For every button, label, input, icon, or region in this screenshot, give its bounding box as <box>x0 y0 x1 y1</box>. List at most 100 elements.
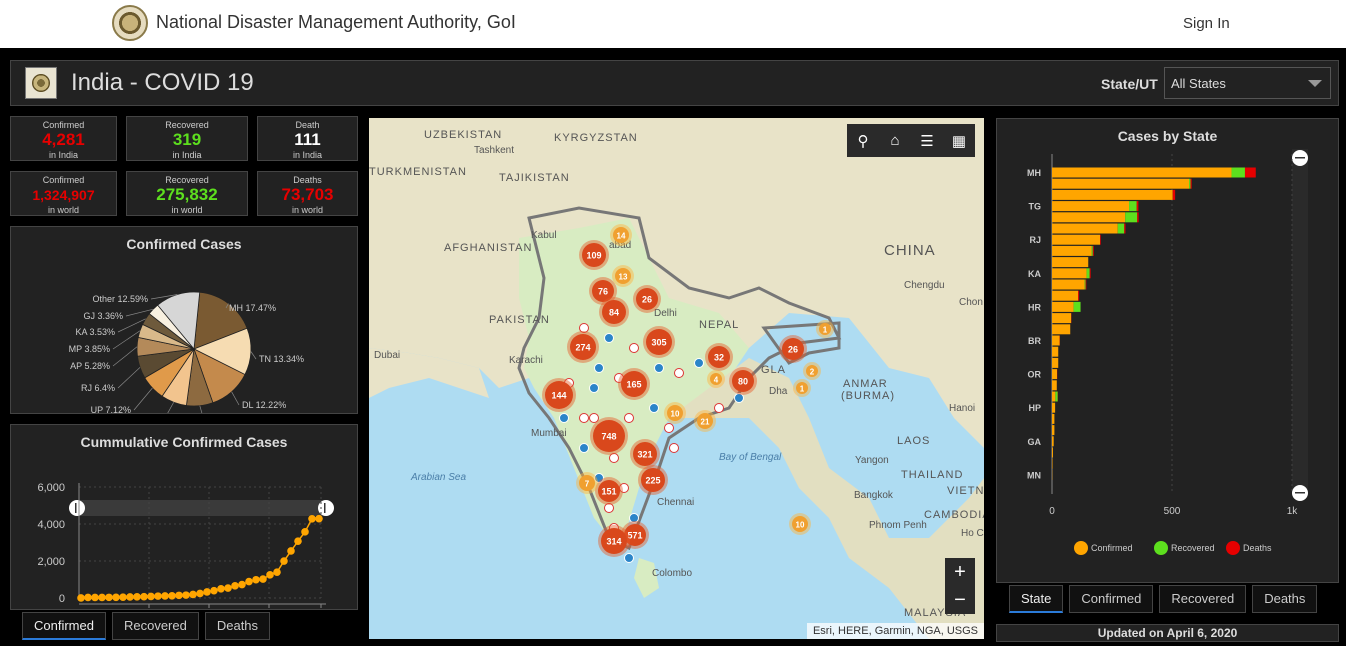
map-place-label: CHINA <box>884 242 936 259</box>
bar-panel-title: Cases by State <box>1117 128 1218 144</box>
tile-value: 319 <box>172 130 202 149</box>
tab-confirmed[interactable]: Confirmed <box>22 612 106 640</box>
bar-range-track <box>1292 149 1308 489</box>
cases-by-state-panel: Cases by State 0 500 1k MH TG RJ KA HR BR OR HP GA M… <box>996 118 1339 583</box>
hospital-marker <box>694 358 704 368</box>
bar-segment <box>1052 279 1085 290</box>
land-southeast-asia <box>669 358 984 639</box>
map-place-label: Ho C <box>961 528 984 539</box>
tab-deaths[interactable]: Deaths <box>204 612 271 640</box>
world-recovered-tile: Recovered 275,832 in world <box>126 171 248 216</box>
map-toolbar: ⚲ ⌂ ☰ ▦ <box>847 124 975 157</box>
map-place-label: NEPAL <box>699 319 739 331</box>
data-point <box>133 593 141 601</box>
bar-segment <box>1172 189 1176 200</box>
map-place-label: VIETN <box>947 485 984 497</box>
cluster-count: 144 <box>551 391 566 401</box>
data-point <box>203 588 211 596</box>
data-point <box>182 591 190 599</box>
cluster-count: 84 <box>609 308 619 318</box>
bar-segment <box>1052 335 1060 346</box>
cluster-count: 305 <box>651 338 666 348</box>
bar-segment <box>1073 301 1081 312</box>
hospital-marker <box>559 413 569 423</box>
pie-label: TN 13.34% <box>259 354 304 364</box>
map-place-label: LAOS <box>897 435 930 447</box>
dashboard: India - COVID 19 State/UT All States Con… <box>0 48 1346 646</box>
bar-segment <box>1125 212 1138 223</box>
state-filter-dropdown[interactable]: All States <box>1164 67 1331 99</box>
y-category-label: HR <box>1028 302 1041 312</box>
list-icon[interactable]: ☰ <box>911 124 943 157</box>
sign-in-link[interactable]: Sign In <box>1183 15 1230 32</box>
data-point <box>154 592 162 600</box>
zoom-out-button[interactable]: − <box>945 586 975 614</box>
state-filter-label: State/UT <box>1101 76 1158 92</box>
data-point <box>294 537 302 545</box>
ndma-emblem-logo <box>112 5 148 41</box>
data-point <box>308 515 316 523</box>
confirmed-cases-pie-panel: Confirmed Cases MH 17.47% TN 13.34% DL 12.… <box>10 226 358 414</box>
data-point <box>273 568 281 576</box>
cluster-count: 21 <box>701 418 710 427</box>
data-point <box>119 593 127 602</box>
world-deaths-tile: Deaths 73,703 in world <box>257 171 358 216</box>
map-place-label: ANMAR <box>843 378 888 390</box>
bar-segment <box>1052 212 1126 223</box>
map-place-label: Mumbai <box>531 428 567 439</box>
home-icon[interactable]: ⌂ <box>879 124 911 157</box>
tab-deaths[interactable]: Deaths <box>1252 585 1318 613</box>
map-canvas[interactable]: UZBEKISTAN KYRGYZSTAN Tashkent TAJIKISTAN TU… <box>369 118 984 639</box>
cluster-count: 321 <box>637 450 652 460</box>
tile-label: Recovered <box>165 120 209 130</box>
map-place-label: (BURMA) <box>841 390 895 402</box>
map-place-label: CAMBODIA <box>924 509 984 521</box>
bar-segment <box>1078 290 1080 301</box>
cluster-count: 1 <box>823 326 828 335</box>
tile-value: 275,832 <box>156 185 218 204</box>
map-attribution: Esri, HERE, Garmin, NGA, USGS <box>806 623 984 639</box>
pie-leader-line <box>117 367 141 389</box>
tile-label: Death <box>295 120 320 130</box>
cluster-count: 10 <box>796 521 805 530</box>
data-point <box>266 571 274 579</box>
tab-recovered[interactable]: Recovered <box>1159 585 1247 613</box>
tab-confirmed[interactable]: Confirmed <box>1069 585 1154 613</box>
covid-map[interactable]: UZBEKISTAN KYRGYZSTAN Tashkent TAJIKISTAN TU… <box>369 118 984 639</box>
y-category-label: MN <box>1027 470 1041 480</box>
bar-segment <box>1190 178 1192 189</box>
qr-icon[interactable]: ▦ <box>943 124 975 157</box>
pie-leader-line <box>250 351 257 360</box>
pie-label: AP 5.28% <box>70 361 110 371</box>
line-panel-title: Cummulative Confirmed Cases <box>80 434 288 450</box>
cluster-count: 748 <box>601 432 616 442</box>
y-category-label: KA <box>1028 269 1041 279</box>
pie-leader-line <box>167 402 175 413</box>
bar-segment <box>1052 324 1071 335</box>
cluster-count: 109 <box>586 251 601 261</box>
x-tick-label: 0 <box>1049 506 1055 517</box>
data-point <box>301 528 309 536</box>
zoom-in-button[interactable]: + <box>945 558 975 586</box>
bar-segment <box>1231 167 1245 178</box>
bar-segment <box>1052 290 1079 301</box>
tab-recovered[interactable]: Recovered <box>111 612 199 640</box>
search-icon[interactable]: ⚲ <box>847 124 879 157</box>
hospital-marker <box>604 333 614 343</box>
map-place-label: Chon <box>959 297 983 308</box>
x-tick-label: 1k <box>1287 506 1299 517</box>
left-chart-tabs: Confirmed Recovered Deaths <box>22 612 271 640</box>
range-slider-grip <box>75 503 77 513</box>
legend-label: Confirmed <box>1091 543 1133 553</box>
data-point <box>224 584 232 592</box>
right-chart-tabs: State Confirmed Recovered Deaths <box>1009 585 1318 613</box>
bar-segment <box>1124 223 1126 234</box>
cluster-count: 165 <box>626 380 641 390</box>
map-place-label: THAILAND <box>901 469 963 481</box>
legend-swatch <box>1154 541 1168 555</box>
data-point <box>126 593 134 601</box>
pie-leader-line <box>199 405 203 413</box>
tab-state[interactable]: State <box>1009 585 1064 613</box>
bar-segment <box>1052 245 1092 256</box>
tile-label: Recovered <box>165 175 209 185</box>
